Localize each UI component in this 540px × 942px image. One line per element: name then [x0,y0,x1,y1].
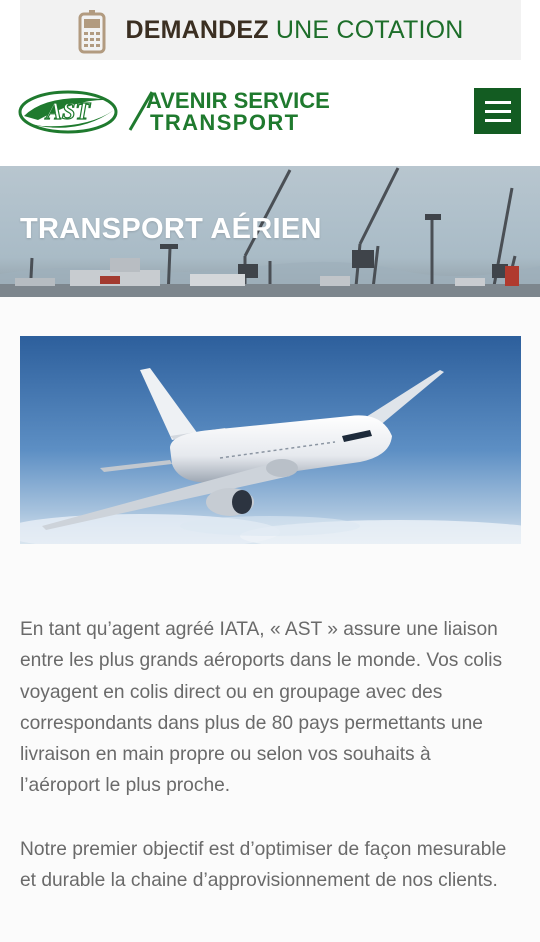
main-content: En tant qu’agent agréé IATA, « AST » ass… [0,297,540,942]
site-header: AST AVENIR SERVICE TRANSPORT [0,82,540,138]
quote-label-part1: DEMANDEZ [125,15,269,44]
description-paragraph-1: En tant qu’agent agréé IATA, « AST » ass… [20,619,503,797]
quote-request-banner[interactable]: DEMANDEZ UNE COTATION [20,0,521,60]
page-hero-banner: TRANSPORT AÉRIEN [0,166,540,297]
logo-line2: TRANSPORT [150,110,300,134]
description-paragraph-2: Notre premier objectif est d’optimiser d… [20,839,507,892]
page-title: TRANSPORT AÉRIEN [20,213,322,245]
hamburger-menu-icon [484,100,511,104]
hamburger-menu-icon-bar3 [484,118,511,122]
ast-logo[interactable]: AST AVENIR SERVICE TRANSPORT [18,86,378,134]
quote-label-part2: UNE COTATION [275,15,464,44]
hamburger-menu-icon-bar2 [484,109,511,113]
logo-badge-text: AST [44,99,91,125]
quote-request-label: DEMANDEZ UNE COTATION [125,16,463,45]
menu-toggle-button[interactable] [474,88,521,134]
mobile-phone-icon [78,10,106,54]
airplane-image [20,336,521,544]
